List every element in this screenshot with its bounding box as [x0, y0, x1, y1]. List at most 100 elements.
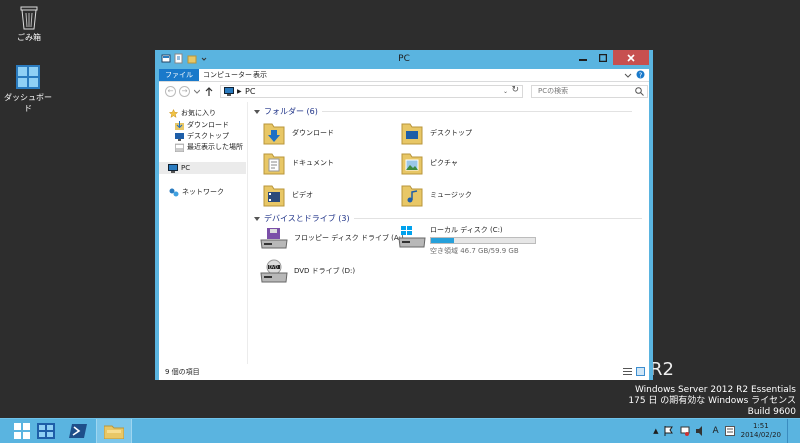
music-folder-icon: [401, 185, 423, 207]
close-button[interactable]: [613, 50, 649, 65]
tab-view[interactable]: 表示: [247, 69, 273, 81]
nav-item-network[interactable]: ネットワーク: [169, 187, 224, 197]
taskbar: ▲ A 1:51 2014/02/20: [0, 418, 800, 443]
network-tray-icon[interactable]: [680, 426, 690, 436]
minimize-icon: [579, 58, 587, 61]
window-controls: [573, 50, 649, 65]
drives-group-header[interactable]: デバイスとドライブ (3): [254, 213, 642, 224]
desktop-icon-dashboard[interactable]: ダッシュボード: [3, 64, 53, 114]
minimize-button[interactable]: [573, 50, 593, 65]
action-center-flag-icon[interactable]: [664, 426, 674, 436]
folder-label: ダウンロード: [292, 129, 334, 137]
svg-text:DVD: DVD: [269, 265, 278, 270]
close-icon: [627, 53, 635, 62]
folder-label: ピクチャ: [430, 159, 458, 167]
large-icons-view-icon[interactable]: [636, 367, 645, 376]
nav-item-recent[interactable]: 最近表示した場所: [175, 142, 243, 152]
pc-icon: [224, 87, 234, 96]
folder-item[interactable]: ダウンロード: [262, 120, 334, 146]
chevron-down-icon: [254, 216, 260, 221]
title-bar[interactable]: PC: [155, 50, 653, 69]
tab-file[interactable]: ファイル: [159, 69, 199, 81]
drive-item[interactable]: ローカル ディスク (C:) 空き領域 46.7 GB/59.9 GB: [398, 225, 536, 256]
nav-label: お気に入り: [181, 109, 216, 117]
recent-locations-icon[interactable]: [194, 89, 200, 95]
clock-time: 1:51: [752, 422, 769, 430]
nav-label: PC: [181, 164, 191, 172]
navigation-pane: お気に入り ダウンロード デスクトップ 最近表示した場所 PC ネットワーク: [159, 102, 248, 364]
folder-label: ミュージック: [430, 191, 472, 199]
downloads-folder-icon: [263, 123, 285, 145]
disk-usage-bar: [430, 237, 536, 244]
clock[interactable]: 1:51 2014/02/20: [741, 422, 781, 440]
powershell-icon: [69, 424, 87, 438]
nav-item-pc[interactable]: PC: [159, 162, 246, 174]
floppy-drive-icon: [260, 228, 288, 249]
volume-icon[interactable]: [696, 426, 706, 436]
folder-item[interactable]: ミュージック: [400, 182, 472, 208]
folders-group-header[interactable]: フォルダー (6): [254, 106, 632, 117]
help-icon[interactable]: ?: [636, 70, 645, 79]
details-view-icon[interactable]: [623, 367, 632, 376]
navigation-bar: ← → ▶ PC ⌄ ↻ PCの検索: [159, 82, 649, 102]
dvd-drive-icon: DVD: [260, 259, 288, 283]
nav-label: 最近表示した場所: [187, 143, 243, 151]
address-bar[interactable]: ▶ PC ⌄ ↻: [220, 85, 523, 98]
system-tray: ▲ A 1:51 2014/02/20: [653, 419, 800, 443]
nav-label: デスクトップ: [187, 132, 229, 140]
local-disk-icon: [398, 226, 426, 248]
folder-label: デスクトップ: [430, 129, 472, 137]
refresh-icon[interactable]: ↻: [511, 85, 519, 96]
nav-item-desktop[interactable]: デスクトップ: [175, 131, 229, 141]
pc-icon: [168, 163, 178, 173]
folder-item[interactable]: ドキュメント: [262, 150, 334, 176]
drive-item[interactable]: DVD DVD ドライブ (D:): [260, 259, 355, 283]
folder-item[interactable]: ピクチャ: [400, 150, 458, 176]
desktop-icon-recycle-bin[interactable]: ごみ箱: [4, 4, 54, 43]
desktop-icon: [175, 132, 184, 141]
ribbon-tabs: ファイル コンピューター 表示 ?: [159, 69, 649, 82]
maximize-icon: [599, 53, 607, 62]
drive-free-space: 空き領域 46.7 GB/59.9 GB: [430, 247, 519, 255]
forward-button[interactable]: →: [179, 86, 190, 97]
maximize-button[interactable]: [593, 50, 613, 65]
server-manager-icon: [37, 423, 55, 439]
taskbar-file-explorer[interactable]: [96, 419, 132, 443]
explorer-window: PC ファイル コンピューター 表示 ? ← → ▶ PC ⌄ ↻ PCの検索: [155, 50, 653, 380]
dashboard-icon: [16, 65, 40, 89]
documents-folder-icon: [263, 153, 285, 175]
chevron-down-icon[interactable]: [624, 71, 632, 79]
show-desktop-button[interactable]: [787, 419, 792, 443]
ime-indicator[interactable]: A: [712, 426, 718, 436]
ime-pad-icon[interactable]: [724, 426, 735, 436]
drive-label: DVD ドライブ (D:): [294, 267, 356, 275]
content-area: お気に入り ダウンロード デスクトップ 最近表示した場所 PC ネットワーク フ…: [159, 102, 649, 380]
folder-item[interactable]: デスクトップ: [400, 120, 472, 146]
folder-item[interactable]: ビデオ: [262, 182, 313, 208]
nav-item-downloads[interactable]: ダウンロード: [175, 120, 229, 130]
up-arrow-icon[interactable]: [205, 87, 213, 97]
back-button[interactable]: ←: [165, 86, 176, 97]
breadcrumb-separator: ▶: [237, 88, 242, 95]
desktop-icon-label: ダッシュボード: [4, 93, 52, 113]
address-dropdown-icon[interactable]: ⌄: [503, 86, 508, 97]
nav-label: ダウンロード: [187, 121, 229, 129]
drive-item[interactable]: フロッピー ディスク ドライブ (A:): [260, 227, 404, 249]
file-explorer-icon: [104, 425, 124, 439]
drive-label: フロッピー ディスク ドライブ (A:): [294, 234, 404, 242]
recent-places-icon: [175, 143, 184, 152]
nav-item-favorites[interactable]: お気に入り: [169, 108, 216, 118]
show-hidden-icons[interactable]: ▲: [653, 427, 658, 435]
search-input[interactable]: PCの検索: [531, 85, 648, 98]
taskbar-server-manager[interactable]: [28, 419, 64, 443]
disk-usage-fill: [431, 238, 454, 243]
folder-label: ビデオ: [292, 191, 313, 199]
desktop-icon-label: ごみ箱: [17, 33, 41, 42]
os-watermark: R2 Windows Server 2012 R2 Essentials 175…: [628, 361, 796, 418]
search-placeholder: PCの検索: [538, 87, 569, 95]
star-icon: [169, 108, 178, 118]
nav-label: ネットワーク: [182, 188, 224, 196]
taskbar-powershell[interactable]: [60, 419, 96, 443]
view-buttons: [623, 367, 645, 376]
folders-header-label: フォルダー (6): [264, 107, 318, 116]
